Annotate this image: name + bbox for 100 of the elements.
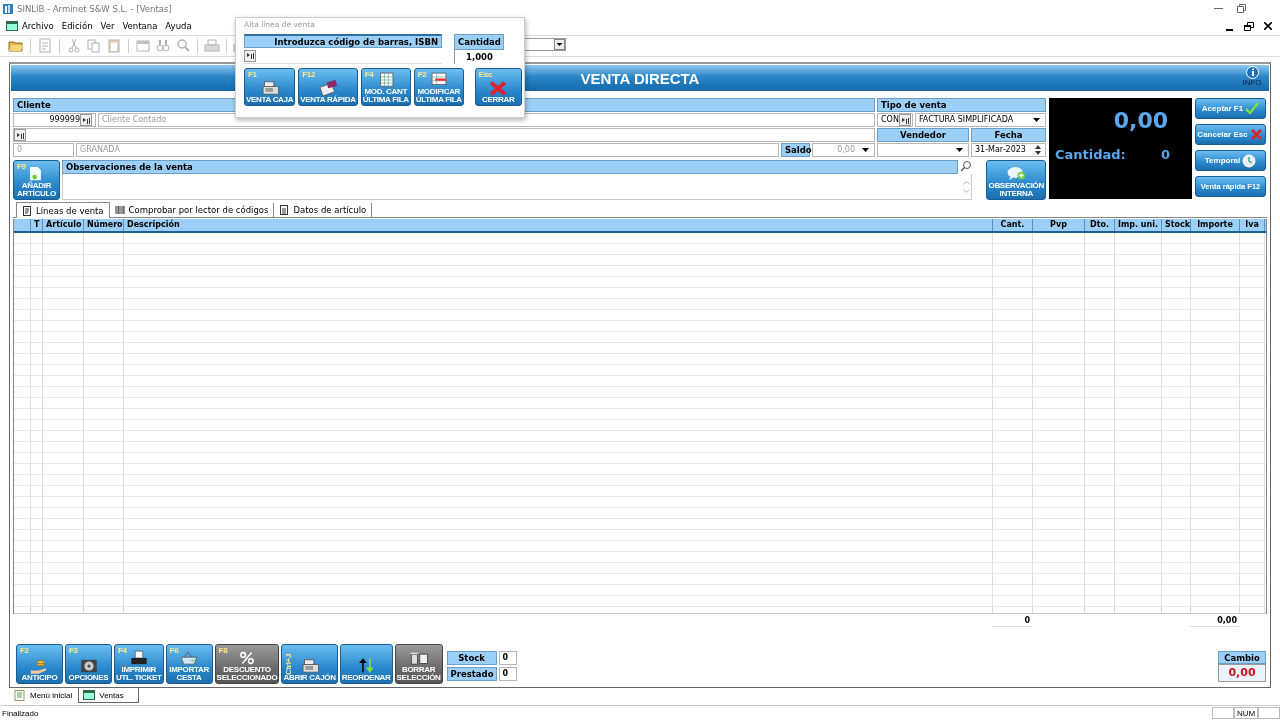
cash-register-icon: [259, 80, 280, 96]
function-button[interactable]: F1 VENTA CAJA: [244, 68, 296, 106]
function-button[interactable]: F9 AÑADIR ARTÍCULO: [13, 160, 60, 200]
column-header[interactable]: Dto.: [1085, 219, 1115, 231]
column-header[interactable]: Imp. uni.: [1115, 219, 1162, 231]
menu-item[interactable]: Ver: [96, 20, 119, 32]
field-label: Introduzca código de barras, ISBN: [244, 34, 442, 48]
document-tab[interactable]: Ventas: [78, 688, 139, 703]
copy-icon: [86, 38, 102, 54]
grid-icon: [428, 72, 449, 88]
speech-bubble-icon: [1006, 166, 1027, 182]
document-icon: [22, 205, 32, 216]
client-search-field[interactable]: [13, 128, 875, 142]
column-header[interactable]: Descripción: [124, 219, 993, 231]
column-header[interactable]: T: [31, 219, 43, 231]
field-label: Stock: [446, 651, 497, 665]
lookup-button[interactable]: [14, 129, 26, 141]
lookup-icon: [16, 131, 24, 139]
column-header[interactable]: Cant.: [993, 219, 1033, 231]
lookup-button[interactable]: [80, 114, 92, 126]
toolbar-button[interactable]: [8, 38, 24, 54]
function-button[interactable]: OBSERVACIÓN INTERNA: [986, 160, 1046, 200]
status-message: Finalizado: [2, 708, 39, 718]
spinner-icon[interactable]: [1034, 144, 1042, 156]
function-button[interactable]: F4 IMPRIMIR UTL. TICKET: [114, 644, 164, 684]
field-label: Prestado: [446, 667, 497, 681]
search-icon[interactable]: [960, 160, 973, 172]
calculator-icon: [279, 205, 290, 215]
clipboard-icon: [106, 38, 122, 54]
info-icon: [1245, 66, 1259, 79]
quantity-label: Cantidad:: [1055, 147, 1126, 162]
action-button[interactable]: Aceptar F1: [1195, 98, 1266, 119]
field-label: Cambio: [1218, 651, 1266, 664]
dropdown-arrow-icon: [955, 148, 963, 152]
document-window-icon: [83, 689, 96, 701]
action-button[interactable]: Temporal: [1195, 150, 1266, 171]
restore-icon[interactable]: [1244, 21, 1254, 31]
section-header: Vendedor: [877, 128, 969, 142]
change-value: 0,00: [1218, 664, 1266, 682]
function-button[interactable]: F4 MOD. CANT ÚLTIMA FILA: [360, 68, 411, 106]
dropdown-arrow-icon: [1032, 118, 1040, 122]
list-icon: [14, 690, 26, 701]
document-window-icon: [6, 21, 18, 31]
barcode-icon: [114, 205, 125, 215]
sale-code-field[interactable]: CON: [877, 113, 913, 127]
tab[interactable]: Líneas de venta: [16, 202, 110, 218]
date-field[interactable]: 31-Mar-2023: [971, 143, 1046, 157]
column-header[interactable]: Stock: [1162, 219, 1191, 231]
function-button[interactable]: F2 ANTICIPO: [16, 644, 63, 684]
total-amount: 0,00: [1190, 615, 1239, 627]
value-field: 0: [498, 667, 517, 681]
printer-icon: [204, 38, 220, 54]
menu-item[interactable]: Archivo: [18, 20, 58, 32]
column-header[interactable]: Número: [84, 219, 124, 231]
menu-item[interactable]: Ventana: [118, 20, 162, 32]
column-header[interactable]: Artículo: [43, 219, 84, 231]
close-icon[interactable]: [1264, 22, 1272, 30]
lookup-button[interactable]: [898, 114, 911, 126]
function-button[interactable]: Ctrl+J ABRIR CAJÓN: [281, 644, 338, 684]
function-button[interactable]: F3 OPCIONES: [65, 644, 112, 684]
client-code-field[interactable]: 999999: [13, 113, 96, 127]
binoculars-icon: [155, 38, 171, 54]
column-header[interactable]: Importe: [1191, 219, 1240, 231]
function-button[interactable]: REORDENAR: [339, 644, 393, 684]
check-icon: [1245, 101, 1260, 116]
printer-icon: [128, 650, 149, 666]
function-button[interactable]: Esc CERRAR: [474, 68, 522, 106]
quantity-field[interactable]: 1,000: [454, 50, 504, 64]
value-field: 0: [498, 651, 517, 665]
percent-icon: [237, 650, 257, 666]
column-header[interactable]: Pvp: [1033, 219, 1085, 231]
section-header: Tipo de venta: [877, 98, 1046, 112]
app-icon: [3, 3, 13, 14]
lookup-icon: [246, 52, 254, 59]
function-button[interactable]: F2 MODIFICAR ÚLTIMA FILA: [413, 68, 464, 106]
dropdown-arrow-icon: [861, 148, 869, 152]
menu-item[interactable]: Ayuda: [161, 20, 196, 32]
scroll-up-icon[interactable]: [963, 180, 971, 185]
column-header[interactable]: Iva: [1240, 219, 1265, 231]
menu-item[interactable]: Edición: [57, 20, 97, 32]
gear-icon: [78, 658, 99, 674]
lookup-icon: [82, 116, 90, 124]
function-button[interactable]: F6 IMPORTAR CESTA: [165, 644, 213, 684]
action-button[interactable]: Cancelar Esc: [1195, 124, 1266, 145]
card-reader-icon: [318, 80, 338, 96]
section-header: Fecha: [971, 128, 1046, 142]
notes-field[interactable]: [62, 174, 973, 200]
field-label: Saldo: [781, 143, 810, 157]
close-icon: [488, 80, 509, 96]
lookup-icon: [900, 116, 909, 124]
field-label: Cantidad: [454, 34, 504, 50]
lookup-button[interactable]: [244, 49, 256, 62]
folder-icon: [8, 38, 24, 54]
sale-type-select[interactable]: FACTURA SIMPLIFICADA: [915, 113, 1046, 127]
barcode-field[interactable]: [244, 48, 442, 64]
form-title: VENTA DIRECTA: [580, 69, 700, 87]
scroll-down-icon[interactable]: [963, 188, 971, 193]
window-title: SINLIB - Arminet S&W S.L. - [Ventas]: [17, 3, 172, 14]
function-button[interactable]: F12 VENTA RÁPIDA: [298, 68, 358, 106]
status-panel: [1258, 707, 1280, 719]
